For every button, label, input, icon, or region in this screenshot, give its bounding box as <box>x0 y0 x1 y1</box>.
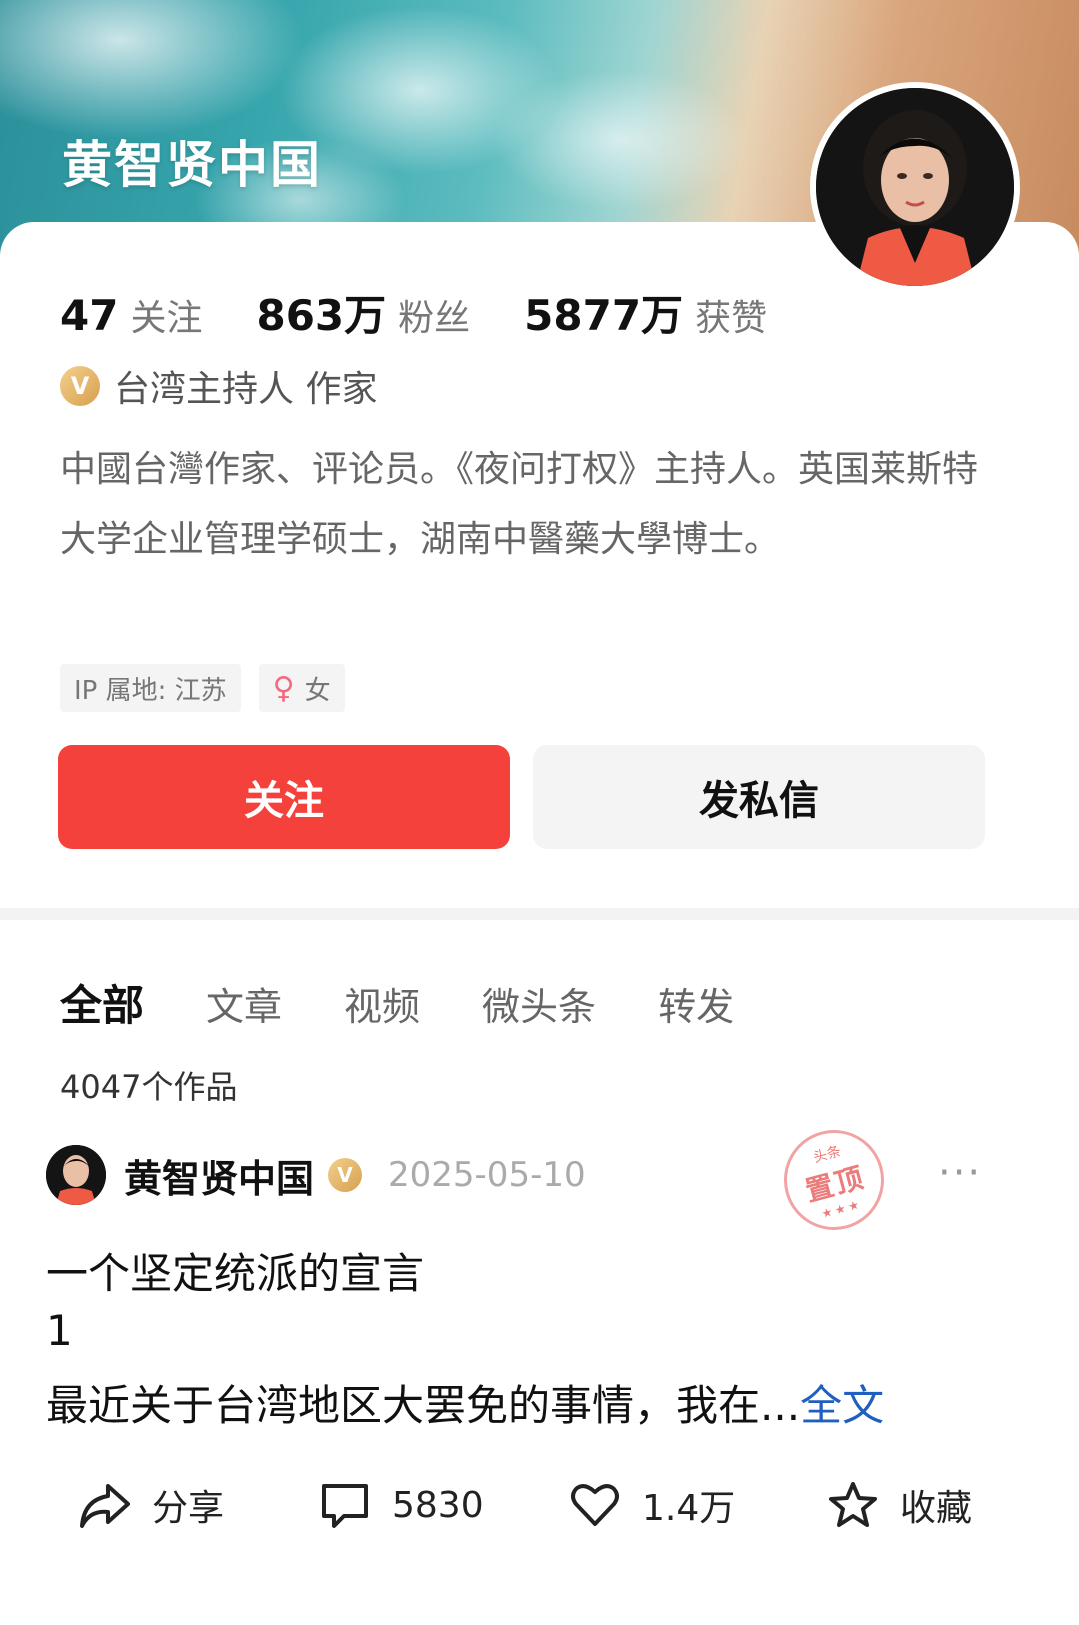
gender-tag: ♀ 女 <box>258 664 345 712</box>
tab-videos[interactable]: 视频 <box>344 976 420 1031</box>
stat-number: 863万 <box>256 291 387 340</box>
share-button[interactable]: 分享 <box>78 1470 224 1540</box>
stat-following[interactable]: 47 关注 <box>60 289 202 341</box>
tab-micro-posts[interactable]: 微头条 <box>482 976 596 1031</box>
heart-icon <box>571 1484 619 1526</box>
send-message-button[interactable]: 发私信 <box>533 745 985 849</box>
ip-location-text: IP 属地: 江苏 <box>74 675 227 706</box>
post-excerpt-text: 最近关于台湾地区大罢免的事情，我在... <box>46 1381 801 1430</box>
post-author-name[interactable]: 黄智贤中国 <box>124 1148 314 1203</box>
comment-count: 5830 <box>392 1484 484 1526</box>
profile-bio: 中國台灣作家、评论员。《夜问打权》主持人。英国莱斯特大学企业管理学硕士，湖南中醫… <box>60 449 979 560</box>
post-title[interactable]: 一个坚定统派的宣言 <box>46 1240 424 1301</box>
section-divider <box>0 908 1079 920</box>
more-options-icon[interactable]: ··· <box>938 1150 982 1196</box>
content-tabs: 全部 文章 视频 微头条 转发 <box>60 972 796 1033</box>
like-count: 1.4万 <box>642 1488 736 1529</box>
profile-stats: 47 关注 863万 粉丝 5877万 获赞 <box>60 282 821 343</box>
stat-label: 获赞 <box>695 298 768 339</box>
ip-location-tag: IP 属地: 江苏 <box>60 664 241 712</box>
pinned-stamp: 头条 置顶 ★★★ <box>772 1118 896 1242</box>
stat-label: 粉丝 <box>398 298 471 339</box>
work-count: 4047个作品 <box>60 1068 238 1106</box>
tab-reposts[interactable]: 转发 <box>658 976 734 1031</box>
female-icon: ♀ <box>272 670 295 706</box>
stat-number: 47 <box>60 291 119 340</box>
share-icon <box>80 1484 130 1528</box>
profile-tags: IP 属地: 江苏 ♀ 女 <box>60 664 363 712</box>
post-date: 2025-05-10 <box>388 1155 586 1195</box>
comment-button[interactable]: 5830 <box>318 1470 484 1540</box>
share-label: 分享 <box>152 1488 225 1529</box>
gender-text: 女 <box>304 675 331 706</box>
favorite-button[interactable]: 收藏 <box>826 1470 972 1540</box>
verified-badge-icon: V <box>60 366 100 406</box>
profile-avatar[interactable] <box>810 82 1020 292</box>
like-button[interactable]: 1.4万 <box>568 1470 735 1540</box>
tab-articles[interactable]: 文章 <box>206 976 282 1031</box>
banner-title: 黄智贤中国 <box>62 136 322 194</box>
post-header: 黄智贤中国 V 2025-05-10 <box>46 1145 1036 1205</box>
stat-likes[interactable]: 5877万 获赞 <box>524 282 767 343</box>
post-action-bar: 分享 5830 1.4万 收藏 <box>0 1470 1079 1540</box>
verification-text: 台湾主持人 作家 <box>114 369 378 410</box>
verification-row: V 台湾主持人 作家 <box>60 360 377 412</box>
verified-badge-icon: V <box>328 1158 363 1192</box>
post-author-avatar[interactable] <box>46 1145 106 1205</box>
post-number: 1 <box>46 1306 73 1355</box>
comment-icon <box>322 1484 368 1528</box>
stat-followers[interactable]: 863万 粉丝 <box>256 282 470 343</box>
tab-all[interactable]: 全部 <box>60 972 144 1033</box>
favorite-label: 收藏 <box>900 1488 973 1529</box>
stat-label: 关注 <box>130 298 203 339</box>
read-full-link[interactable]: 全文 <box>800 1381 884 1430</box>
star-icon <box>829 1482 877 1527</box>
stat-number: 5877万 <box>524 291 684 340</box>
post-excerpt[interactable]: 最近关于台湾地区大罢免的事情，我在...全文 <box>46 1372 884 1433</box>
follow-button[interactable]: 关注 <box>58 745 510 849</box>
